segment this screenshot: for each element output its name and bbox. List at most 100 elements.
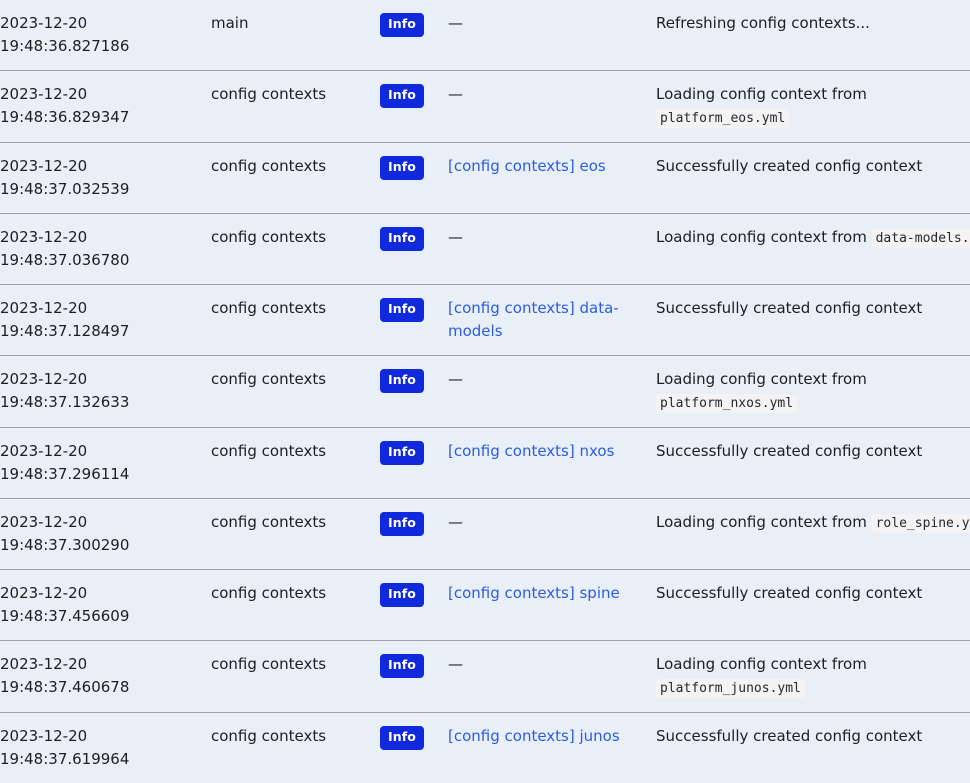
log-source-cell: config contexts (211, 285, 380, 356)
log-message-cell: Loading config context from platform_jun… (656, 641, 970, 713)
table-row: 2023-12-2019:48:37.036780config contexts… (0, 214, 970, 285)
log-level-cell: Info (380, 713, 448, 783)
status-badge: Info (380, 298, 424, 322)
log-object-cell: — (448, 71, 656, 143)
log-time: 19:48:37.619964 (0, 748, 203, 771)
object-empty-dash: — (448, 370, 463, 388)
log-object-cell: — (448, 0, 656, 71)
status-badge: Info (380, 512, 424, 536)
log-source-cell: config contexts (211, 499, 380, 570)
log-message-cell: Loading config context from role_spine.y… (656, 499, 970, 570)
log-timestamp-cell: 2023-12-2019:48:37.128497 (0, 285, 211, 356)
log-message-text: Successfully created config context (656, 442, 922, 460)
status-badge: Info (380, 583, 424, 607)
log-time: 19:48:37.460678 (0, 676, 203, 699)
log-time: 19:48:36.827186 (0, 35, 203, 58)
object-empty-dash: — (448, 14, 463, 32)
log-message-text: Loading config context from (656, 370, 867, 388)
log-message-filename: data-models.yml (872, 229, 970, 248)
log-object-cell: — (448, 641, 656, 713)
table-row: 2023-12-2019:48:37.128497config contexts… (0, 285, 970, 356)
log-level-cell: Info (380, 641, 448, 713)
log-date: 2023-12-20 (0, 12, 203, 35)
log-date: 2023-12-20 (0, 725, 203, 748)
log-time: 19:48:37.456609 (0, 605, 203, 628)
log-source-cell: config contexts (211, 713, 380, 783)
object-link[interactable]: [config contexts] data-models (448, 299, 619, 340)
log-object-cell: [config contexts] eos (448, 143, 656, 214)
log-time: 19:48:37.128497 (0, 320, 203, 343)
object-link[interactable]: [config contexts] junos (448, 727, 620, 745)
log-message-text: Refreshing config contexts... (656, 14, 870, 32)
log-date: 2023-12-20 (0, 83, 203, 106)
log-date: 2023-12-20 (0, 297, 203, 320)
object-link[interactable]: [config contexts] nxos (448, 442, 614, 460)
status-badge: Info (380, 441, 424, 465)
log-timestamp-cell: 2023-12-2019:48:37.132633 (0, 356, 211, 428)
log-message-cell: Loading config context from platform_eos… (656, 71, 970, 143)
log-message-filename: platform_eos.yml (656, 109, 789, 128)
log-level-cell: Info (380, 285, 448, 356)
log-source-cell: config contexts (211, 214, 380, 285)
log-source-cell: config contexts (211, 641, 380, 713)
log-timestamp-cell: 2023-12-2019:48:37.036780 (0, 214, 211, 285)
table-row: 2023-12-2019:48:37.300290config contexts… (0, 499, 970, 570)
log-message-filename: platform_junos.yml (656, 679, 805, 698)
object-link[interactable]: [config contexts] eos (448, 157, 606, 175)
table-row: 2023-12-2019:48:37.032539config contexts… (0, 143, 970, 214)
log-time: 19:48:37.032539 (0, 178, 203, 201)
log-message-text: Loading config context from (656, 655, 867, 673)
log-timestamp-cell: 2023-12-2019:48:36.827186 (0, 0, 211, 71)
log-message-cell: Successfully created config context (656, 428, 970, 499)
log-message-cell: Successfully created config context (656, 143, 970, 214)
log-message-text: Loading config context from (656, 228, 867, 246)
log-message-cell: Refreshing config contexts... (656, 0, 970, 71)
object-empty-dash: — (448, 513, 463, 531)
status-badge: Info (380, 726, 424, 750)
log-message-cell: Successfully created config context (656, 713, 970, 783)
log-timestamp-cell: 2023-12-2019:48:36.829347 (0, 71, 211, 143)
log-object-cell: [config contexts] spine (448, 570, 656, 641)
table-row: 2023-12-2019:48:37.456609config contexts… (0, 570, 970, 641)
status-badge: Info (380, 369, 424, 393)
log-level-cell: Info (380, 214, 448, 285)
log-object-cell: — (448, 356, 656, 428)
table-row: 2023-12-2019:48:36.829347config contexts… (0, 71, 970, 143)
log-date: 2023-12-20 (0, 368, 203, 391)
object-empty-dash: — (448, 655, 463, 673)
log-message-cell: Successfully created config context (656, 285, 970, 356)
log-source-cell: config contexts (211, 428, 380, 499)
table-row: 2023-12-2019:48:36.827186mainInfo—Refres… (0, 0, 970, 71)
log-time: 19:48:37.300290 (0, 534, 203, 557)
log-date: 2023-12-20 (0, 226, 203, 249)
log-level-cell: Info (380, 71, 448, 143)
log-message-text: Successfully created config context (656, 157, 922, 175)
log-level-cell: Info (380, 143, 448, 214)
log-message-cell: Loading config context from platform_nxo… (656, 356, 970, 428)
log-object-cell: [config contexts] junos (448, 713, 656, 783)
table-row: 2023-12-2019:48:37.619964config contexts… (0, 713, 970, 783)
object-empty-dash: — (448, 85, 463, 103)
log-timestamp-cell: 2023-12-2019:48:37.296114 (0, 428, 211, 499)
log-date: 2023-12-20 (0, 582, 203, 605)
log-level-cell: Info (380, 570, 448, 641)
log-object-cell: [config contexts] nxos (448, 428, 656, 499)
log-date: 2023-12-20 (0, 511, 203, 534)
log-timestamp-cell: 2023-12-2019:48:37.456609 (0, 570, 211, 641)
log-source-cell: config contexts (211, 71, 380, 143)
log-timestamp-cell: 2023-12-2019:48:37.619964 (0, 713, 211, 783)
log-time: 19:48:37.296114 (0, 463, 203, 486)
log-level-cell: Info (380, 499, 448, 570)
object-link[interactable]: [config contexts] spine (448, 584, 620, 602)
log-message-text: Successfully created config context (656, 584, 922, 602)
status-badge: Info (380, 156, 424, 180)
log-timestamp-cell: 2023-12-2019:48:37.300290 (0, 499, 211, 570)
log-source-cell: config contexts (211, 356, 380, 428)
log-source-cell: main (211, 0, 380, 71)
log-message-cell: Successfully created config context (656, 570, 970, 641)
log-message-text: Loading config context from (656, 513, 867, 531)
log-message-text: Successfully created config context (656, 299, 922, 317)
log-message-filename: role_spine.yml (872, 514, 970, 533)
log-timestamp-cell: 2023-12-2019:48:37.460678 (0, 641, 211, 713)
table-row: 2023-12-2019:48:37.132633config contexts… (0, 356, 970, 428)
